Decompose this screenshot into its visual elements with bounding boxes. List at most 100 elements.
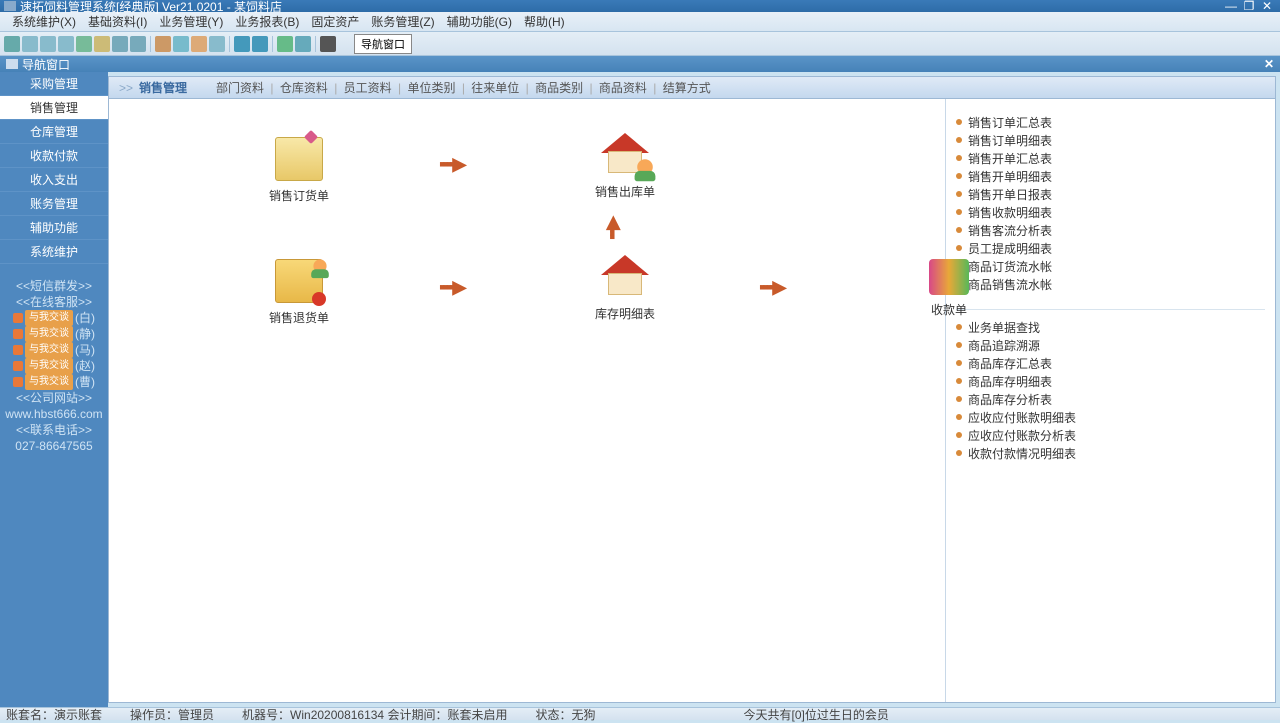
tb-icon-16[interactable] — [295, 36, 311, 52]
company-site-url[interactable]: www.hbst666.com — [0, 406, 108, 422]
header-links: 部门资料 | 仓库资料 | 员工资料 | 单位类别 | 往来单位 | 商品类别 … — [213, 79, 714, 96]
sidebar-item-1[interactable]: 销售管理 — [0, 96, 108, 120]
sidebar-item-6[interactable]: 辅助功能 — [0, 216, 108, 240]
header-link-3[interactable]: 单位类别 — [404, 81, 458, 95]
tb-icon-8[interactable] — [130, 36, 146, 52]
tb-icon-11[interactable] — [191, 36, 207, 52]
panel-close-button[interactable]: ✕ — [1264, 57, 1274, 71]
sms-link[interactable]: <<短信群发>> — [0, 278, 108, 294]
app-icon — [4, 1, 16, 11]
sidebar-item-4[interactable]: 收入支出 — [0, 168, 108, 192]
divider — [956, 309, 1265, 310]
chat-link-1[interactable]: 与我交谈(静) — [0, 326, 108, 342]
sidebar: 采购管理销售管理仓库管理收款付款收入支出账务管理辅助功能系统维护 <<短信群发>… — [0, 72, 108, 707]
rlist1-item-7[interactable]: 员工提成明细表 — [956, 239, 1265, 257]
rlist2-item-7[interactable]: 收款付款情况明细表 — [956, 444, 1265, 462]
node-sales-out[interactable]: 销售出库单 — [575, 133, 675, 200]
chat-link-2[interactable]: 与我交谈(马) — [0, 342, 108, 358]
sidebar-item-0[interactable]: 采购管理 — [0, 72, 108, 96]
tb-icon-5[interactable] — [76, 36, 92, 52]
house-icon — [601, 255, 649, 299]
tb-icon-15[interactable] — [277, 36, 293, 52]
subtitle-bar: 导航窗口 ✕ — [0, 56, 1280, 72]
header-link-2[interactable]: 员工资料 — [341, 81, 395, 95]
document-icon — [275, 137, 323, 181]
tb-icon-12[interactable] — [209, 36, 225, 52]
tb-icon-10[interactable] — [173, 36, 189, 52]
restore-button[interactable]: ❐ — [1240, 0, 1258, 13]
toolbar: 导航窗口 — [0, 32, 1280, 56]
tb-icon-17[interactable] — [320, 36, 336, 52]
rlist2-item-0[interactable]: 业务单据查找 — [956, 318, 1265, 336]
tb-icon-2[interactable] — [22, 36, 38, 52]
rlist1-item-2[interactable]: 销售开单汇总表 — [956, 149, 1265, 167]
menu-1[interactable]: 基础资料(I) — [82, 13, 153, 30]
status-period: 会计期间：账套未启用 — [387, 708, 507, 722]
header-link-5[interactable]: 商品类别 — [532, 81, 586, 95]
rlist1-item-6[interactable]: 销售客流分析表 — [956, 221, 1265, 239]
chevrons-icon: >> — [119, 81, 133, 95]
rlist1-item-0[interactable]: 销售订单汇总表 — [956, 113, 1265, 131]
menu-4[interactable]: 固定资产 — [305, 13, 365, 30]
menu-5[interactable]: 账务管理(Z) — [365, 13, 440, 30]
rlist2-item-5[interactable]: 应收应付账款明细表 — [956, 408, 1265, 426]
rlist1-item-8[interactable]: 商品订货流水帐 — [956, 257, 1265, 275]
rlist1-item-3[interactable]: 销售开单明细表 — [956, 167, 1265, 185]
content-pane: >> 销售管理 部门资料 | 仓库资料 | 员工资料 | 单位类别 | 往来单位… — [108, 76, 1276, 703]
rlist2-item-2[interactable]: 商品库存汇总表 — [956, 354, 1265, 372]
tb-icon-9[interactable] — [155, 36, 171, 52]
online-service-link[interactable]: <<在线客服>> — [0, 294, 108, 310]
rlist1-item-5[interactable]: 销售收款明细表 — [956, 203, 1265, 221]
rlist1-item-1[interactable]: 销售订单明细表 — [956, 131, 1265, 149]
rlist2-item-6[interactable]: 应收应付账款分析表 — [956, 426, 1265, 444]
rlist2-item-3[interactable]: 商品库存明细表 — [956, 372, 1265, 390]
menu-3[interactable]: 业务报表(B) — [229, 13, 305, 30]
nav-window-button[interactable]: 导航窗口 — [354, 34, 412, 54]
header-link-6[interactable]: 商品资料 — [596, 81, 650, 95]
rlist1-item-4[interactable]: 销售开单日报表 — [956, 185, 1265, 203]
node-sales-return[interactable]: 销售退货单 — [249, 259, 349, 326]
close-button[interactable]: ✕ — [1258, 0, 1276, 13]
header-link-1[interactable]: 仓库资料 — [277, 81, 331, 95]
node-sales-order[interactable]: 销售订货单 — [249, 137, 349, 204]
minimize-button[interactable]: — — [1222, 0, 1240, 13]
rlist2-item-4[interactable]: 商品库存分析表 — [956, 390, 1265, 408]
tb-icon-14[interactable] — [252, 36, 268, 52]
tb-icon-6[interactable] — [94, 36, 110, 52]
tb-icon-1[interactable] — [4, 36, 20, 52]
menubar: 系统维护(X)基础资料(I)业务管理(Y)业务报表(B)固定资产账务管理(Z)辅… — [0, 12, 1280, 32]
node-label: 库存明细表 — [575, 305, 675, 322]
sidebar-item-2[interactable]: 仓库管理 — [0, 120, 108, 144]
money-icon — [929, 259, 969, 295]
titlebar: 速拓饲料管理系统[经典版] Ver21.0201 - 某饲料店 — ❐ ✕ — [0, 0, 1280, 12]
sidebar-item-7[interactable]: 系统维护 — [0, 240, 108, 264]
rlist1-item-9[interactable]: 商品销售流水帐 — [956, 275, 1265, 293]
node-label: 销售订货单 — [249, 187, 349, 204]
rlist2-item-1[interactable]: 商品追踪溯源 — [956, 336, 1265, 354]
content-title: 销售管理 — [139, 79, 187, 96]
chat-link-3[interactable]: 与我交谈(赵) — [0, 358, 108, 374]
statusbar: 账套名：演示账套 操作员：管理员 机器号：Win20200816134 会计期间… — [0, 707, 1280, 720]
panel-icon — [6, 59, 18, 69]
tb-icon-7[interactable] — [112, 36, 128, 52]
arrow-icon: ▪▪▪▪▶ — [759, 277, 783, 298]
node-receipt[interactable]: 收款单 — [899, 255, 999, 318]
node-label: 销售出库单 — [575, 183, 675, 200]
tb-icon-3[interactable] — [40, 36, 56, 52]
company-site-label: <<公司网站>> — [0, 390, 108, 406]
tel-number: 027-86647565 — [0, 438, 108, 454]
menu-2[interactable]: 业务管理(Y) — [153, 13, 229, 30]
menu-6[interactable]: 辅助功能(G) — [441, 13, 518, 30]
node-stock-detail[interactable]: 库存明细表 — [575, 255, 675, 322]
chat-link-4[interactable]: 与我交谈(曹) — [0, 374, 108, 390]
menu-0[interactable]: 系统维护(X) — [6, 13, 82, 30]
tb-icon-4[interactable] — [58, 36, 74, 52]
chat-link-0[interactable]: 与我交谈(白) — [0, 310, 108, 326]
header-link-4[interactable]: 往来单位 — [468, 81, 522, 95]
menu-7[interactable]: 帮助(H) — [518, 13, 571, 30]
tb-icon-13[interactable] — [234, 36, 250, 52]
header-link-7[interactable]: 结算方式 — [660, 81, 714, 95]
header-link-0[interactable]: 部门资料 — [213, 81, 267, 95]
sidebar-item-5[interactable]: 账务管理 — [0, 192, 108, 216]
sidebar-item-3[interactable]: 收款付款 — [0, 144, 108, 168]
